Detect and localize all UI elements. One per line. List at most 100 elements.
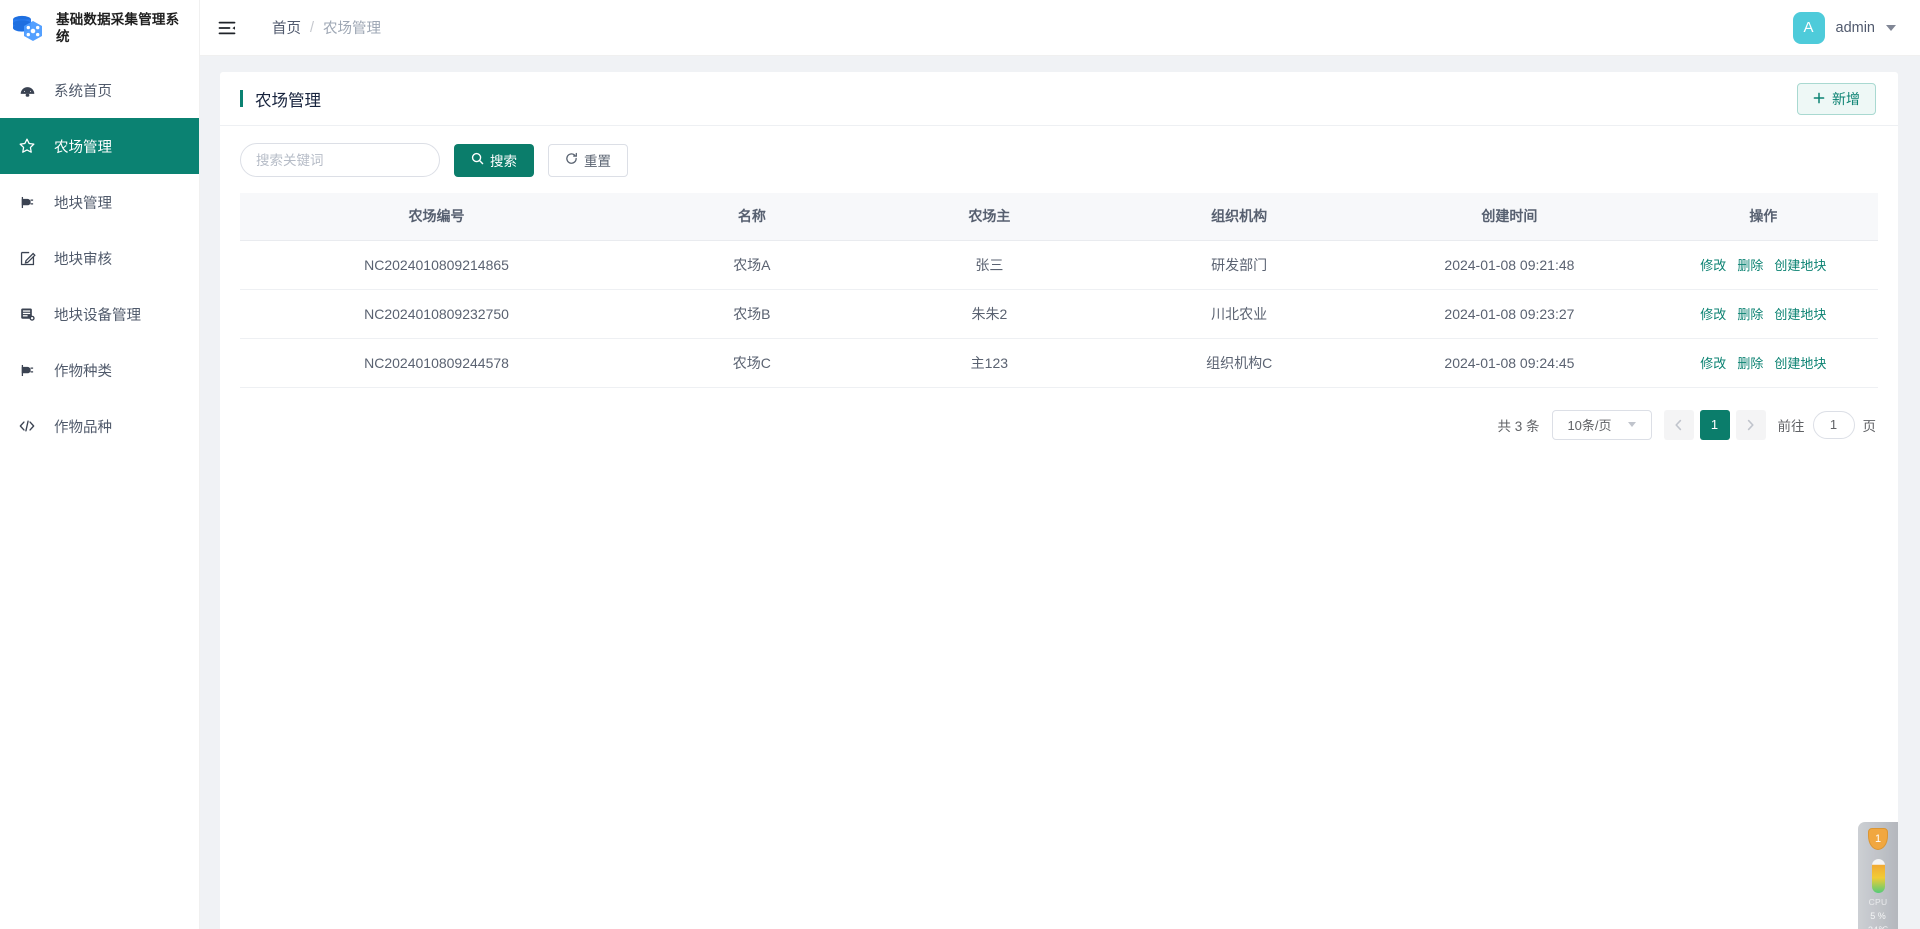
server-icon	[18, 305, 36, 323]
breadcrumb-home[interactable]: 首页	[272, 17, 301, 38]
cell-operations: 修改 删除 创建地块	[1648, 338, 1878, 388]
topbar: 首页 / 农场管理 A admin	[200, 0, 1920, 56]
sidebar-item-label: 作物种类	[54, 363, 112, 380]
cell-owner: 朱朱2	[870, 289, 1109, 339]
col-operations: 操作	[1648, 193, 1878, 241]
sidebar-nav: 系统首页 农场管理 地块管理 地块审核 地块设备管理 作物种类 作物品种	[0, 56, 199, 454]
app-root: 基础数据采集管理系统 系统首页 农场管理 地块管理 地块审核 地块设备管理 作物…	[0, 0, 1920, 929]
col-farm-code: 农场编号	[240, 193, 634, 241]
sidebar-item-label: 农场管理	[54, 139, 112, 156]
sidebar-item-label: 地块设备管理	[54, 307, 141, 324]
edit-square-icon	[18, 249, 36, 267]
cell-owner: 主123	[870, 338, 1109, 388]
pager: 1	[1663, 409, 1766, 440]
plug-icon	[18, 361, 36, 379]
table-header-row: 农场编号 名称 农场主 组织机构 创建时间 操作	[240, 193, 1878, 241]
plug-icon	[18, 193, 36, 211]
add-button[interactable]: 新增	[1797, 82, 1876, 115]
menu-fold-icon[interactable]	[214, 15, 240, 41]
cell-name: 农场B	[633, 289, 871, 339]
create-land-link[interactable]: 创建地块	[1774, 304, 1826, 323]
sidebar-item-land-management[interactable]: 地块管理	[0, 174, 199, 230]
edit-link[interactable]: 修改	[1700, 353, 1726, 372]
page-size-label: 10条/页	[1567, 418, 1612, 433]
sidebar-item-farm-management[interactable]: 农场管理	[0, 118, 199, 174]
shield-badge-icon: 1	[1868, 828, 1888, 850]
goto-suffix-label: 页	[1862, 418, 1877, 434]
next-page-button[interactable]	[1735, 409, 1766, 440]
card-header: 农场管理 新增	[220, 72, 1898, 126]
delete-link[interactable]: 删除	[1737, 353, 1763, 372]
plus-icon	[1813, 91, 1825, 107]
delete-link[interactable]: 删除	[1737, 255, 1763, 274]
add-button-label: 新增	[1832, 90, 1860, 107]
sidebar-item-label: 系统首页	[54, 83, 112, 100]
page-size-select[interactable]: 10条/页	[1551, 409, 1652, 440]
edit-link[interactable]: 修改	[1700, 304, 1726, 323]
content-area: 农场管理 新增 搜索关键词 搜索 重置 农场编号 名称 农场主 组织机构 创建时…	[200, 56, 1920, 929]
cell-operations: 修改 删除 创建地块	[1648, 289, 1878, 339]
col-created-time: 创建时间	[1370, 193, 1649, 241]
search-input[interactable]	[240, 143, 440, 177]
sidebar-item-land-device-management[interactable]: 地块设备管理	[0, 286, 199, 342]
table-row[interactable]: NC2024010809232750 农场B 朱朱2 川北农业 2024-01-…	[240, 289, 1878, 339]
caret-down-icon[interactable]	[1886, 24, 1896, 31]
search-button[interactable]: 搜索	[454, 143, 534, 177]
sidebar-item-label: 地块管理	[54, 195, 112, 212]
table-row[interactable]: NC2024010809244578 农场C 主123 组织机构C 2024-0…	[240, 338, 1878, 388]
code-icon	[18, 417, 36, 435]
cell-operations: 修改 删除 创建地块	[1648, 240, 1878, 290]
sidebar-item-system-home[interactable]: 系统首页	[0, 62, 199, 118]
table-wrapper: 农场编号 名称 农场主 组织机构 创建时间 操作 NC2024010809214…	[220, 193, 1898, 388]
search-icon	[471, 152, 484, 168]
sidebar-item-land-audit[interactable]: 地块审核	[0, 230, 199, 286]
sidebar: 基础数据采集管理系统 系统首页 农场管理 地块管理 地块审核 地块设备管理 作物…	[0, 0, 200, 929]
farm-table: 农场编号 名称 农场主 组织机构 创建时间 操作 NC2024010809214…	[240, 193, 1878, 388]
cell-created-time: 2024-01-08 09:21:48	[1370, 240, 1649, 290]
chevron-down-icon	[1627, 422, 1636, 427]
cell-organization: 研发部门	[1108, 240, 1371, 290]
cpu-usage-value: 5 %	[1870, 911, 1886, 921]
filter-bar: 搜索 重置	[220, 126, 1898, 193]
reset-button[interactable]: 重置	[548, 143, 628, 177]
cell-owner: 张三	[870, 240, 1109, 290]
cell-farm-code: NC2024010809244578	[240, 338, 634, 388]
cell-name: 农场A	[633, 240, 871, 290]
create-land-link[interactable]: 创建地块	[1774, 353, 1826, 372]
cell-farm-code: NC2024010809214865	[240, 240, 634, 290]
total-count-label: 共 3 条	[1497, 418, 1540, 434]
breadcrumb: 首页 / 农场管理	[272, 17, 381, 38]
search-button-label: 搜索	[490, 154, 517, 169]
user-menu[interactable]: A admin	[1792, 11, 1896, 44]
main-area: 首页 / 农场管理 A admin 农场管理 新增 搜索关键词 搜索 重置 农场…	[200, 0, 1920, 929]
sidebar-item-crop-category[interactable]: 作物种类	[0, 342, 199, 398]
edit-link[interactable]: 修改	[1700, 255, 1726, 274]
delete-link[interactable]: 删除	[1737, 304, 1763, 323]
cell-created-time: 2024-01-08 09:23:27	[1370, 289, 1649, 339]
cpu-label: CPU	[1868, 897, 1888, 907]
sidebar-item-label: 作物品种	[54, 419, 112, 436]
goto-prefix-label: 前往	[1777, 418, 1805, 434]
brand-logo-area[interactable]: 基础数据采集管理系统	[0, 0, 199, 56]
goto-page-input[interactable]	[1812, 410, 1855, 439]
brand-title: 基础数据采集管理系统	[56, 11, 180, 44]
refresh-icon	[565, 152, 578, 168]
col-name: 名称	[633, 193, 871, 241]
sidebar-item-crop-variety[interactable]: 作物品种	[0, 398, 199, 454]
dashboard-icon	[18, 81, 36, 99]
col-organization: 组织机构	[1108, 193, 1371, 241]
username-label: admin	[1835, 19, 1876, 36]
reset-button-label: 重置	[584, 154, 611, 169]
cell-farm-code: NC2024010809232750	[240, 289, 634, 339]
page-number-1[interactable]: 1	[1699, 409, 1730, 440]
pagination: 共 3 条 10条/页 1 前往 1 页	[220, 388, 1898, 440]
prev-page-button[interactable]	[1663, 409, 1694, 440]
star-icon	[18, 137, 36, 155]
cell-organization: 组织机构C	[1108, 338, 1371, 388]
system-monitor-widget[interactable]: 1 CPU 5 % 34℃	[1858, 822, 1898, 929]
breadcrumb-current: 农场管理	[323, 21, 382, 37]
create-land-link[interactable]: 创建地块	[1774, 255, 1826, 274]
cpu-temperature-value: 34℃	[1868, 925, 1888, 929]
page-title-text: 农场管理	[255, 91, 321, 110]
table-row[interactable]: NC2024010809214865 农场A 张三 研发部门 2024-01-0…	[240, 240, 1878, 290]
